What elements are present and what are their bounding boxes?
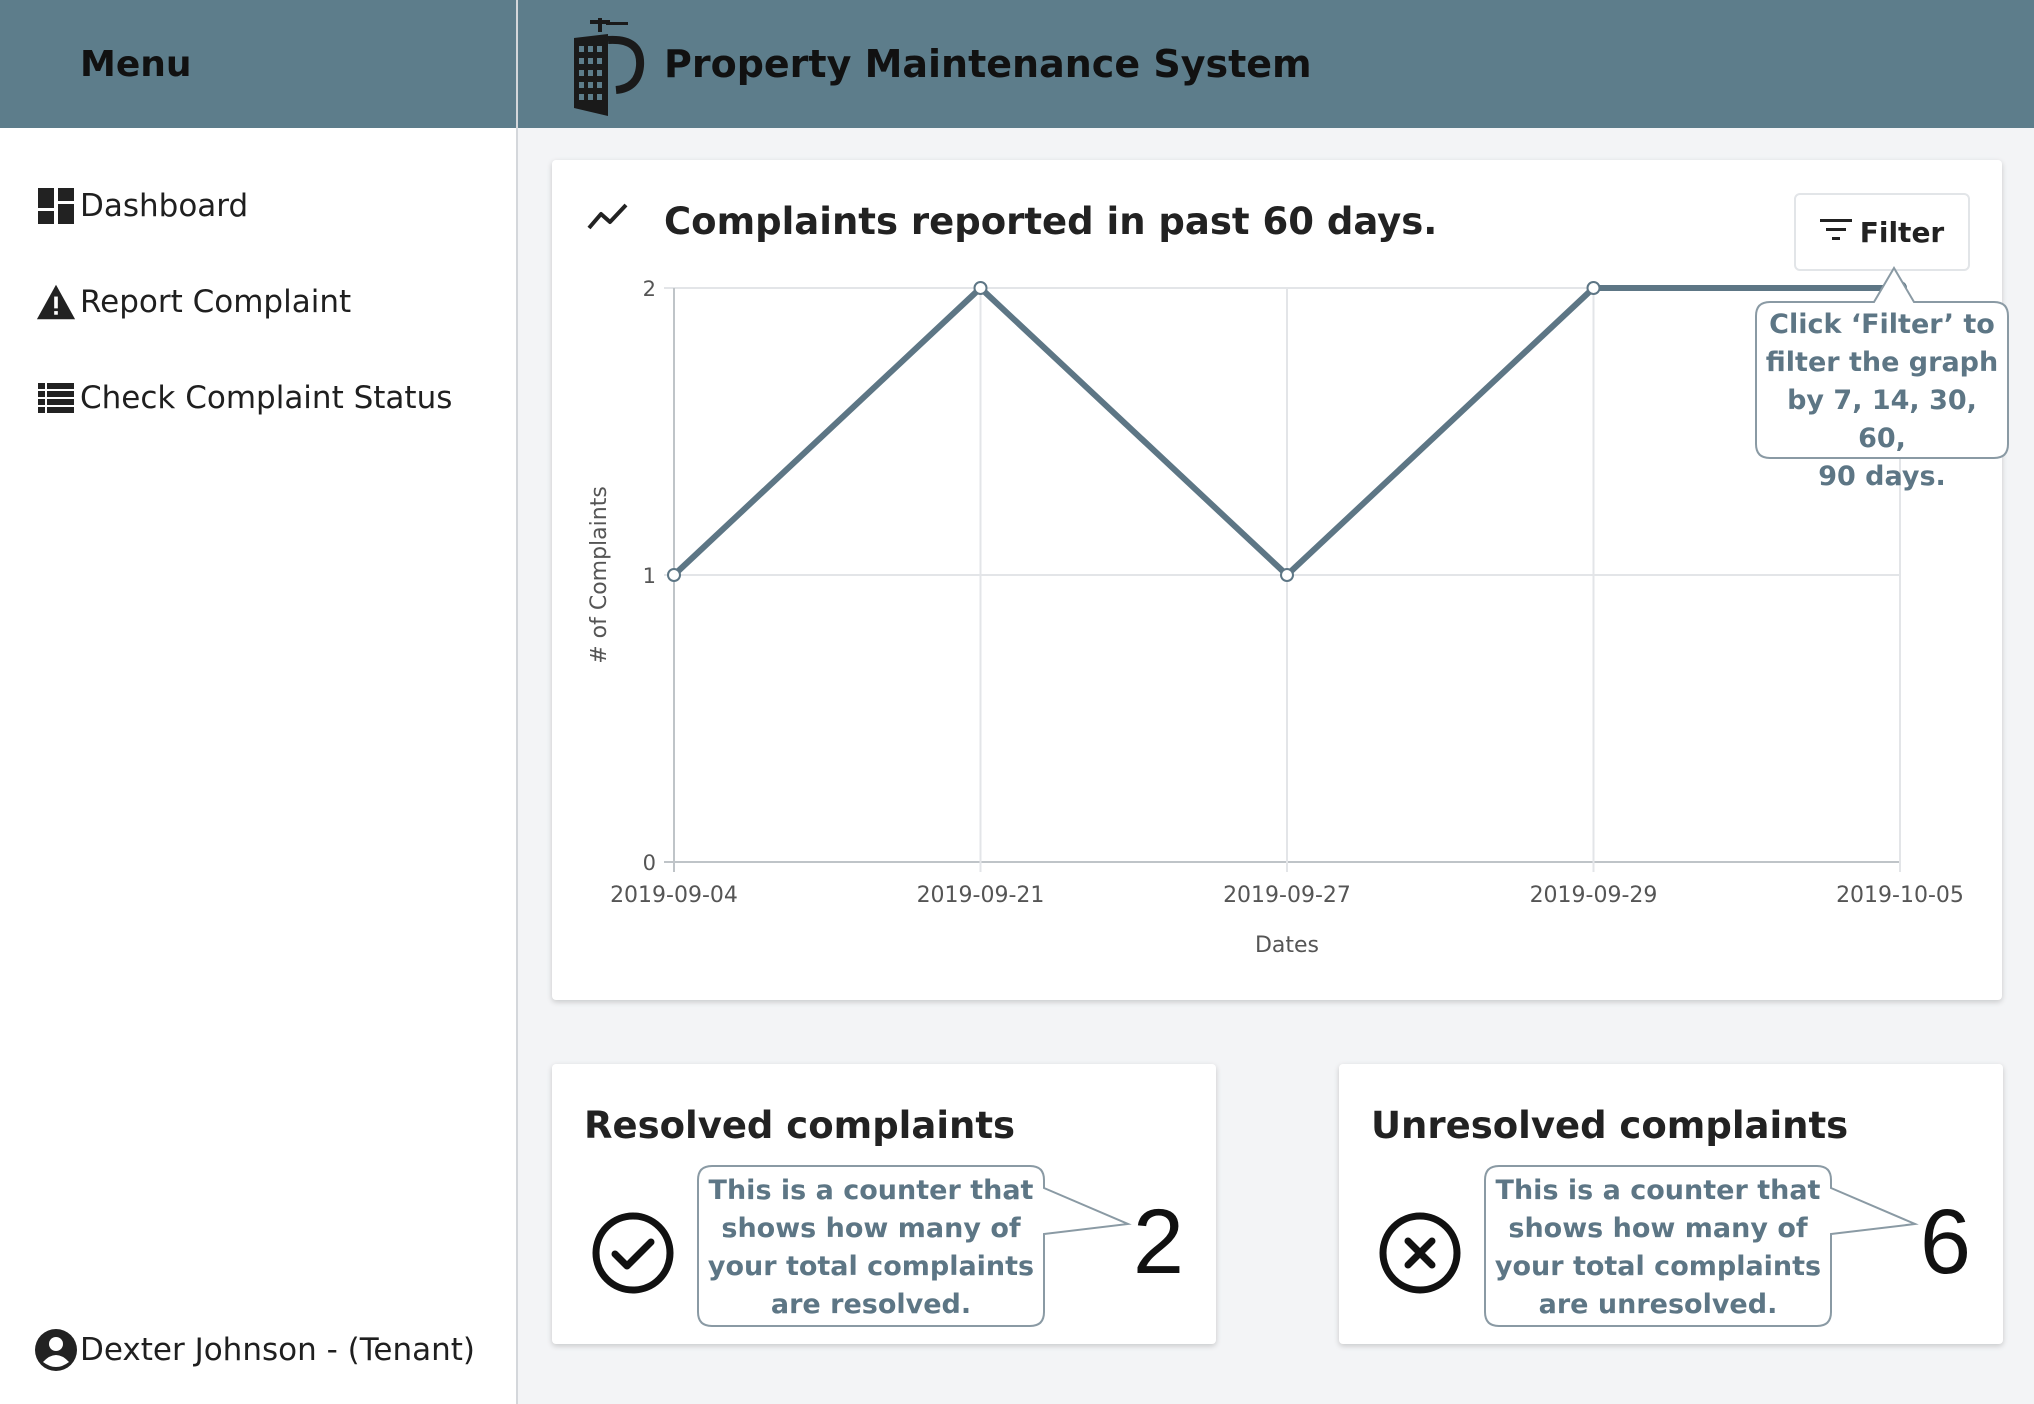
y-tick-label: 1 xyxy=(643,564,656,588)
complaints-chart-card: 0 1 2 2019-09-04 2019-09-21 2019-09-27 2019-09… xyxy=(552,160,2009,1000)
sidebar-item-check-status[interactable]: Check Complaint Status xyxy=(0,350,516,446)
filter-hint-line: filter the graph xyxy=(1765,347,1999,378)
data-point xyxy=(667,568,681,582)
sidebar-nav: Dashboard Report Complaint Check Complai… xyxy=(0,158,516,446)
x-tick-label: 2019-09-27 xyxy=(1223,883,1351,908)
sidebar-item-report-complaint[interactable]: Report Complaint xyxy=(0,254,516,350)
data-point xyxy=(1280,568,1294,582)
data-point xyxy=(973,281,988,295)
unresolved-hint-text: This is a counter that shows how many of… xyxy=(1494,1175,1822,1320)
chart-title: Complaints reported in past 60 days. xyxy=(664,200,1438,243)
resolved-count: 2 xyxy=(1132,1191,1184,1293)
y-axis-title: # of Complaints xyxy=(587,486,612,664)
cancel-circle-icon xyxy=(1377,1210,1463,1296)
sidebar-item-dashboard[interactable]: Dashboard xyxy=(0,158,516,254)
resolved-title: Resolved complaints xyxy=(584,1104,1016,1147)
sidebar-item-label: Report Complaint xyxy=(80,284,352,320)
filter-button-label: Filter xyxy=(1859,215,1945,249)
unresolved-complaints-card: Unresolved complaints This is a counter … xyxy=(1339,1064,2003,1344)
building-logo-icon xyxy=(568,16,648,120)
y-tick-label: 0 xyxy=(643,851,656,875)
filter-hint-callout: Click ‘Filter’ to filter the graph by 7,… xyxy=(1754,264,2018,492)
trending-line-icon xyxy=(586,200,630,234)
filter-icon xyxy=(1819,217,1852,248)
y-tick-label: 2 xyxy=(643,277,656,301)
x-tick-label: 2019-10-05 xyxy=(1836,883,1964,908)
unresolved-count: 6 xyxy=(1919,1191,1971,1293)
app-header: Property Maintenance System xyxy=(518,0,2034,128)
sidebar-header: Menu xyxy=(0,0,516,128)
user-name: Dexter Johnson - (Tenant) xyxy=(80,1332,476,1368)
dashboard-icon xyxy=(36,186,76,226)
resolved-complaints-card: Resolved complaints This is a counter th… xyxy=(552,1064,1216,1344)
sidebar-title: Menu xyxy=(80,43,192,85)
warning-icon xyxy=(36,282,76,322)
user-profile[interactable]: Dexter Johnson - (Tenant) xyxy=(0,1310,516,1390)
sidebar-item-label: Check Complaint Status xyxy=(80,380,453,416)
resolved-hint-text: This is a counter that shows how many of… xyxy=(707,1175,1035,1320)
account-circle-icon xyxy=(34,1328,78,1372)
filter-button[interactable]: Filter xyxy=(1794,193,1970,271)
sidebar: Menu Dashboard Report Complaint Check Co… xyxy=(0,0,518,1404)
filter-hint-line: 90 days. xyxy=(1818,461,1946,492)
unresolved-title: Unresolved complaints xyxy=(1371,1104,1849,1147)
x-tick-label: 2019-09-21 xyxy=(917,883,1045,908)
sidebar-item-label: Dashboard xyxy=(80,188,249,224)
filter-hint-line: by 7, 14, 30, 60, xyxy=(1787,385,1977,454)
x-axis-title: Dates xyxy=(1255,933,1319,958)
check-circle-icon xyxy=(590,1210,676,1296)
data-point xyxy=(1586,281,1601,295)
app-title: Property Maintenance System xyxy=(664,42,1312,86)
filter-hint-line: Click ‘Filter’ to xyxy=(1769,309,1995,340)
x-tick-label: 2019-09-04 xyxy=(610,883,738,908)
list-icon xyxy=(36,378,76,418)
x-tick-label: 2019-09-29 xyxy=(1530,883,1658,908)
